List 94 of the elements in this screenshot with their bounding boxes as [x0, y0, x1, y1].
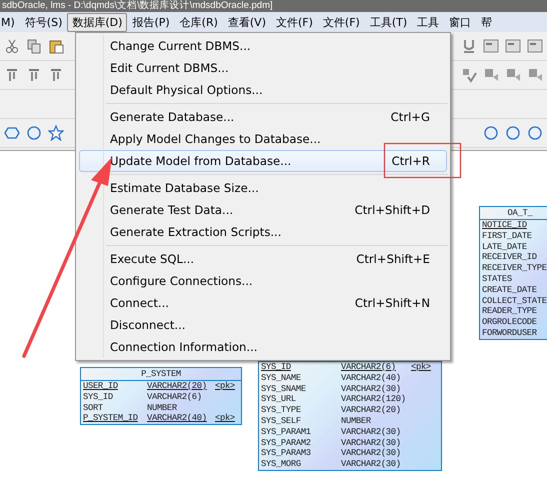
menu-bar-item[interactable]: 报告(P): [127, 12, 175, 32]
column-type: VARCHAR2(120): [341, 394, 407, 406]
menu-bar-item[interactable]: 符号(S): [20, 12, 68, 32]
circle-icon[interactable]: [26, 125, 42, 141]
paste-icon[interactable]: [48, 38, 64, 54]
column-type: VARCHAR2(30): [341, 448, 402, 460]
menu-item[interactable]: Change Current DBMS...: [79, 35, 447, 57]
column-type: NUMBER: [147, 402, 178, 414]
panel-icon[interactable]: [527, 38, 543, 54]
menu-bar-item[interactable]: 仓库(R): [174, 12, 223, 32]
menu-item[interactable]: Estimate Database Size...: [79, 177, 447, 199]
hexagon-icon[interactable]: [4, 125, 20, 141]
copy-icon[interactable]: [26, 38, 42, 54]
column-name: SYS_MORG: [261, 459, 302, 470]
node-icon[interactable]: [505, 67, 521, 83]
column-name: SYS_ID: [83, 392, 114, 403]
column-type: VARCHAR2(30): [341, 426, 402, 438]
menu-item[interactable]: Configure Connections...: [79, 270, 447, 292]
menu-item[interactable]: Generate Test Data... Ctrl+Shift+D: [79, 199, 447, 221]
menu-bar-item[interactable]: 工具(T): [364, 12, 412, 32]
column-type: VARCHAR2(20): [147, 381, 208, 392]
column-name: SYS_URL: [261, 394, 297, 406]
column-type: VARCHAR2(40): [341, 372, 402, 384]
scissors-icon[interactable]: [4, 38, 20, 54]
table-entity[interactable]: OA_T_ NOTICE_ID FIRST_DATE LATE_DATE RECEIVER_ID RECEIVER_TYPE STATES CREATE_DATE COLLECT_STATE READER_TYPE ORGROLECODE FORWORDUSER: [479, 206, 547, 340]
column-type: VARCHAR2(30): [341, 384, 402, 394]
menu-item[interactable]: Connection Information...: [79, 336, 447, 358]
menu-item[interactable]: Generate Database... Ctrl+G: [79, 106, 447, 128]
column-name: SYS_TYPE: [261, 405, 302, 416]
menu-item[interactable]: Connect... Ctrl+Shift+N: [79, 292, 447, 314]
column-name: SYS_PARAM2: [261, 438, 312, 448]
menu-bar-item[interactable]: 窗口: [444, 12, 476, 32]
column-name: RECEIVER_ID: [482, 252, 538, 264]
align-icon[interactable]: [26, 67, 42, 83]
check-icon[interactable]: [461, 67, 477, 83]
column-name: SYS_SNAME: [261, 384, 307, 394]
menu-bar-item[interactable]: 文件(F): [318, 12, 365, 32]
column-name: SYS_PARAM1: [261, 426, 312, 438]
column-type: VARCHAR2(30): [341, 438, 402, 448]
align-icon[interactable]: [4, 67, 20, 83]
column-name: SYS_NAME: [261, 372, 302, 384]
menu-item[interactable]: Edit Current DBMS...: [79, 57, 447, 79]
node-icon[interactable]: [527, 67, 543, 83]
column-name: SORT: [83, 402, 104, 414]
menu-item[interactable]: Apply Model Changes to Database...: [79, 128, 447, 150]
column-name: NOTICE_ID: [482, 220, 528, 231]
column-type: NUMBER: [341, 416, 372, 427]
menu-bar-item[interactable]: M): [0, 14, 20, 30]
window-title: sdbOracle, lms - D:\dqmds\文档\数据库设计\mdsdbOracle.pdm]: [2, 0, 273, 11]
menu-bar-item[interactable]: 数据库(D): [67, 12, 128, 32]
column-type: VARCHAR2(20): [341, 405, 402, 416]
table-entity[interactable]: [258, 360, 442, 471]
star-icon[interactable]: [48, 125, 64, 141]
column-name: LATE_DATE: [482, 242, 528, 252]
node-icon[interactable]: [483, 67, 499, 83]
menu-item[interactable]: Default Physical Options...: [79, 79, 447, 101]
menu-item[interactable]: Disconnect...: [79, 314, 447, 336]
menu-item[interactable]: Update Model from Database... Ctrl+R: [79, 150, 447, 172]
column-name: SYS_PARAM3: [261, 448, 312, 460]
menu-bar-item[interactable]: 帮: [476, 12, 498, 32]
column-name: STATES: [482, 274, 513, 285]
column-type: VARCHAR2(40): [147, 413, 208, 424]
column-type: VARCHAR2(6): [147, 392, 203, 403]
column-name: CREATE_DATE: [482, 284, 538, 296]
column-name: SYS_ID: [261, 362, 292, 373]
menu-bar-item[interactable]: 工具: [412, 12, 444, 32]
align-icon[interactable]: [48, 67, 64, 83]
column-type: VARCHAR2(6): [341, 362, 397, 373]
column-name: READER_TYPE: [482, 306, 538, 318]
column-name: ORGROLECODE: [482, 317, 538, 328]
panel-icon[interactable]: [505, 38, 521, 54]
column-name: RECEIVER_TYPE: [482, 263, 547, 274]
column-name: FIRST_DATE: [482, 230, 533, 242]
circle-icon[interactable]: [527, 125, 543, 141]
key-label: <pk>: [215, 413, 235, 424]
menu-item[interactable]: Generate Extraction Scripts...: [79, 221, 447, 243]
column-name: SYS_SELF: [261, 416, 302, 427]
table-entity[interactable]: P_SYSTEM USER_ID VARCHAR2(20) <pk> SYS_ID VARCHAR2(6) SORT NUMBER P_SYSTEM_ID VARCHAR2(40) <pk>: [80, 367, 242, 426]
key-label: <pk>: [215, 381, 235, 392]
menu-bar-item[interactable]: 文件(F): [271, 12, 318, 32]
menu-item[interactable]: Execute SQL... Ctrl+Shift+E: [79, 248, 447, 270]
column-name: P_SYSTEM_ID: [83, 413, 139, 424]
table-title: P_SYSTEM: [81, 368, 241, 381]
table-title: OA_T_: [480, 207, 547, 220]
column-type: VARCHAR2(30): [341, 459, 402, 470]
panel-icon[interactable]: [483, 38, 499, 54]
column-name: COLLECT_STATE: [482, 296, 547, 306]
circle-icon[interactable]: [505, 125, 521, 141]
key-label: <pk>: [411, 362, 431, 373]
column-name: FORWORDUSER: [482, 328, 538, 339]
column-name: USER_ID: [83, 381, 119, 392]
circle-icon[interactable]: [483, 125, 499, 141]
underline-icon[interactable]: [461, 38, 477, 54]
menu-bar-item[interactable]: 查看(V): [222, 12, 271, 32]
